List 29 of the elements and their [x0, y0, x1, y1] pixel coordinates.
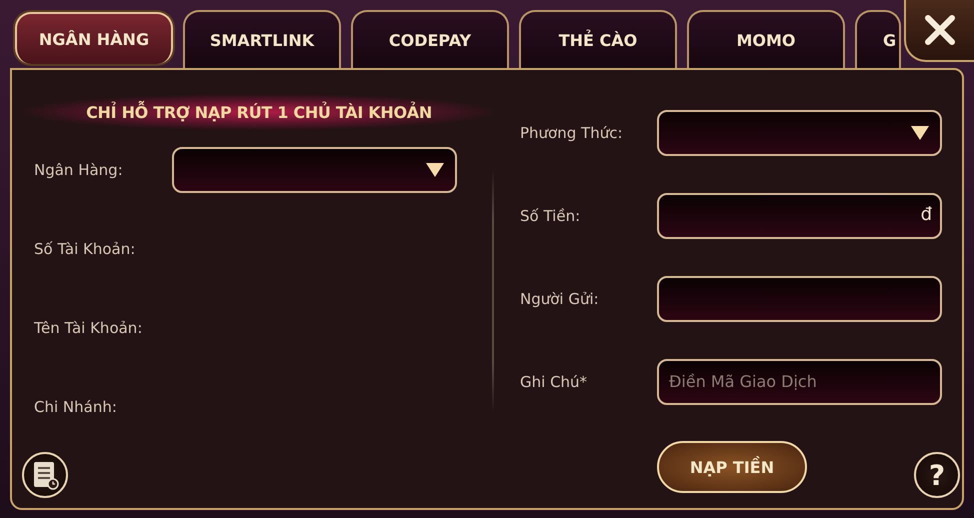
- notice-banner: CHỈ HỖ TRỢ NẠP RÚT 1 CHỦ TÀI KHOẢN: [24, 94, 494, 130]
- tab[interactable]: CODEPAY: [351, 10, 509, 68]
- close-icon: [924, 14, 956, 46]
- document-icon: [31, 460, 59, 490]
- history-button[interactable]: [22, 452, 68, 498]
- tab[interactable]: G: [855, 10, 901, 68]
- dropdown-field[interactable]: [172, 146, 457, 192]
- tab[interactable]: NGÂN HÀNG: [15, 12, 173, 64]
- help-button[interactable]: ?: [914, 452, 960, 498]
- close-button[interactable]: [904, 0, 974, 62]
- currency-symbol: đ: [920, 204, 932, 226]
- tab[interactable]: MOMO: [687, 10, 845, 68]
- field-label: Chi Nhánh:: [34, 398, 118, 416]
- input-field[interactable]: Điền Mã Giao Dịch: [657, 358, 942, 404]
- field-label: Số Tài Khoản:: [34, 240, 136, 258]
- field-label: Tên Tài Khoản:: [34, 318, 144, 336]
- deposit-button[interactable]: NẠP TIỀN: [657, 441, 807, 493]
- tab[interactable]: SMARTLINK: [183, 10, 341, 68]
- caret-icon: [910, 124, 930, 140]
- input-field[interactable]: [657, 192, 942, 238]
- field-label: Số Tiền:: [520, 206, 582, 224]
- input-field[interactable]: [657, 276, 942, 322]
- tab[interactable]: THẺ CÀO: [519, 10, 677, 68]
- field-label: Phương Thức:: [520, 124, 624, 142]
- dropdown-field[interactable]: [657, 110, 942, 156]
- field-label: Ngân Hàng:: [34, 160, 124, 178]
- field-label: Người Gửi:: [520, 290, 600, 308]
- field-label: Ghi Chú*: [520, 372, 588, 390]
- caret-icon: [425, 162, 445, 178]
